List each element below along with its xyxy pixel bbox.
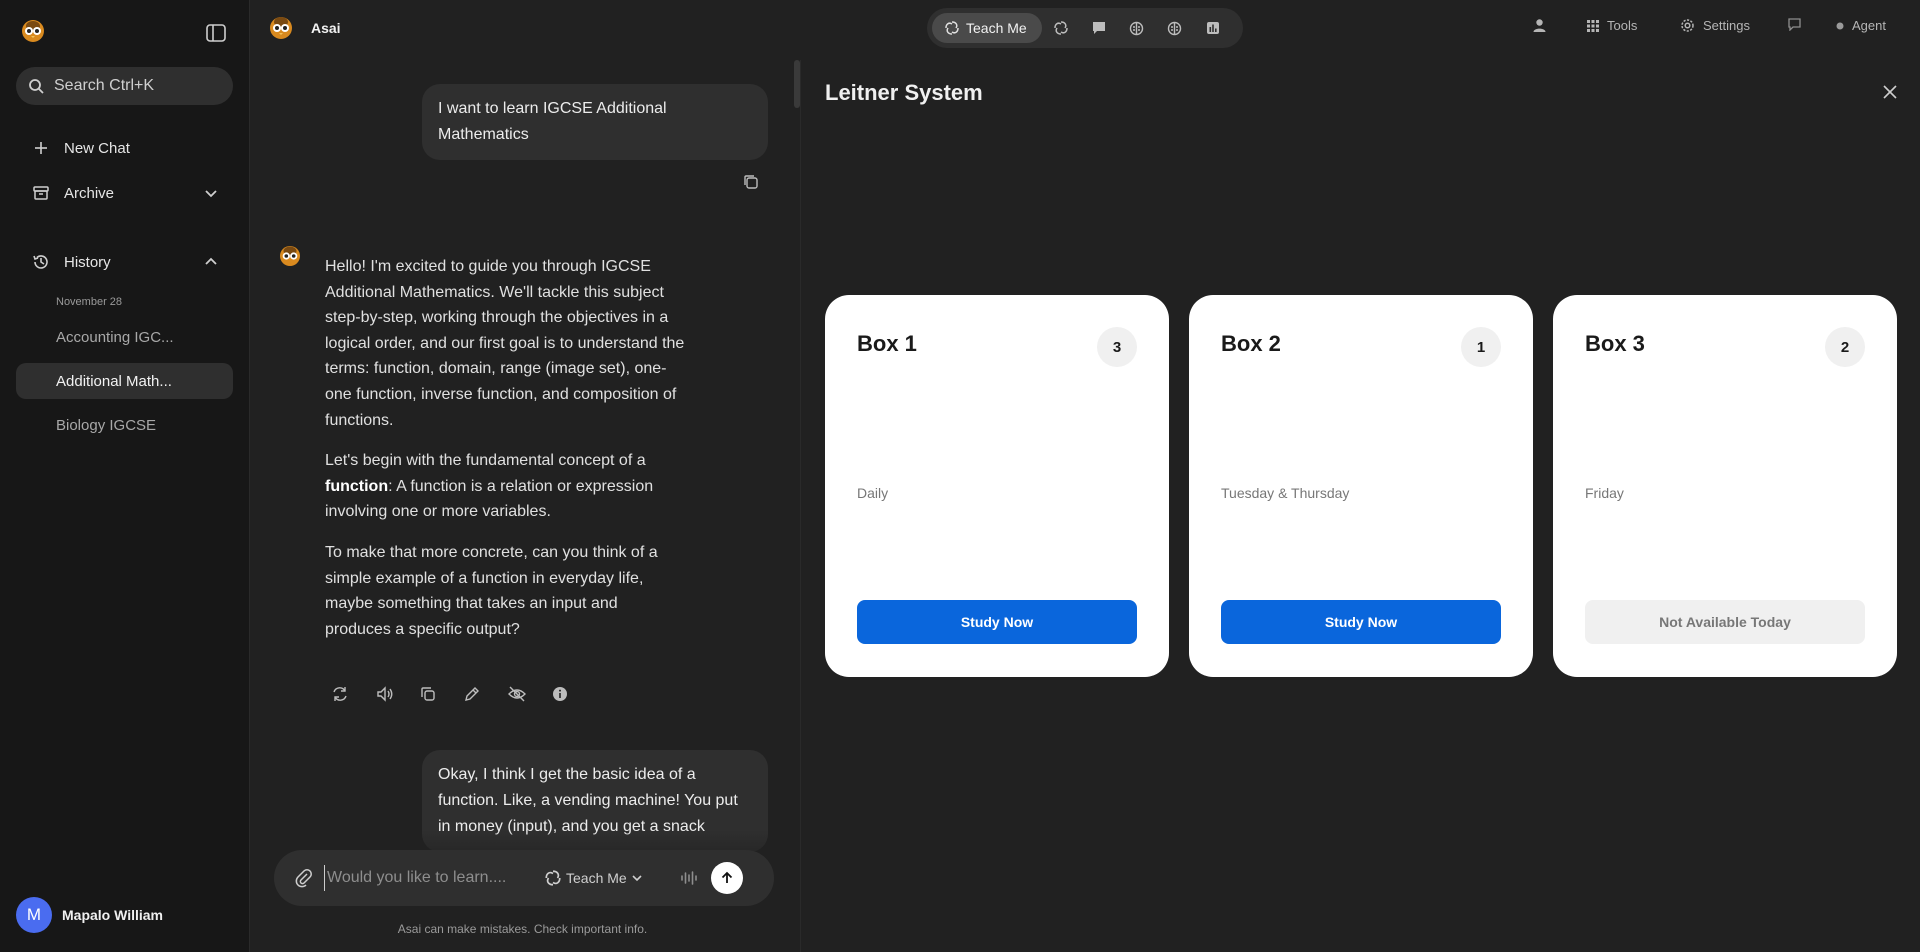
- chat-area: I want to learn IGCSE Additional Mathema…: [250, 60, 795, 952]
- swirl-icon: [1053, 21, 1068, 35]
- gear-icon: [1681, 19, 1694, 32]
- brain-alt-mode-button[interactable]: [1156, 13, 1194, 43]
- copy-icon[interactable]: [742, 173, 762, 193]
- agent-button[interactable]: Agent: [1836, 18, 1886, 33]
- bold-term: function: [325, 477, 389, 495]
- leitner-panel: Leitner System Box 1 3 Daily Study Now B…: [800, 60, 1920, 952]
- profile-button[interactable]: [1532, 18, 1555, 33]
- box-schedule: Daily: [857, 485, 889, 501]
- plus-icon: [35, 142, 47, 154]
- box-count-badge: 2: [1825, 327, 1865, 367]
- new-chat-label: New Chat: [64, 139, 130, 157]
- user-message: I want to learn IGCSE Additional Mathema…: [422, 84, 768, 160]
- box-count-badge: 1: [1461, 327, 1501, 367]
- app-title: Asai: [311, 20, 341, 36]
- user-profile[interactable]: M Mapalo William: [16, 897, 163, 933]
- not-available-button: Not Available Today: [1585, 600, 1865, 644]
- history-item[interactable]: Biology IGCSE: [16, 407, 233, 443]
- brain-icon: [1130, 21, 1144, 35]
- teach-me-mode-button[interactable]: Teach Me: [932, 13, 1042, 43]
- close-icon[interactable]: [1881, 83, 1901, 103]
- leitner-box-card: Box 3 2 Friday Not Available Today: [1553, 295, 1897, 677]
- info-icon[interactable]: [545, 682, 589, 706]
- settings-label: Settings: [1703, 18, 1750, 33]
- send-button[interactable]: [710, 862, 743, 894]
- mode-select-label: Teach Me: [566, 870, 627, 886]
- assistant-paragraph: To make that more concrete, can you thin…: [325, 543, 658, 638]
- chart-icon: [1206, 22, 1219, 34]
- chat-input[interactable]: [324, 865, 534, 891]
- grid-icon: [1587, 19, 1599, 32]
- chat-bubble-icon: [1092, 22, 1105, 34]
- user-icon: [1533, 19, 1546, 32]
- status-dot-icon: [1836, 22, 1844, 29]
- history-toggle[interactable]: History: [16, 244, 233, 280]
- history-label: History: [64, 253, 111, 271]
- voice-wave-icon[interactable]: [679, 868, 699, 888]
- box-title: Box 3: [1585, 331, 1645, 356]
- asai-logo-icon: [268, 13, 294, 41]
- edit-icon[interactable]: [457, 682, 501, 706]
- avatar: M: [16, 897, 52, 933]
- chevron-down-icon: [632, 875, 642, 882]
- assistant-paragraph: Let's begin with the fundamental concept…: [325, 448, 685, 525]
- eye-off-icon[interactable]: [501, 682, 545, 706]
- tools-button[interactable]: Tools: [1587, 18, 1637, 33]
- brain-alt-icon: [1168, 21, 1182, 35]
- leitner-box-card: Box 1 3 Daily Study Now: [825, 295, 1169, 677]
- mode-switcher: Teach Me: [927, 8, 1243, 48]
- brain-mode-button[interactable]: [1118, 13, 1156, 43]
- active-mode-label: Teach Me: [966, 20, 1027, 36]
- tools-label: Tools: [1607, 18, 1638, 33]
- swirl-mode-button[interactable]: [1042, 13, 1080, 43]
- box-count-badge: 3: [1097, 327, 1137, 367]
- mode-select[interactable]: Teach Me: [540, 869, 647, 887]
- toggle-sidebar-icon[interactable]: [205, 22, 229, 46]
- chevron-up-icon: [205, 257, 217, 265]
- swirl-icon: [945, 21, 959, 35]
- box-schedule: Friday: [1585, 485, 1624, 501]
- leitner-box-card: Box 2 1 Tuesday & Thursday Study Now: [1189, 295, 1533, 677]
- user-name: Mapalo William: [62, 907, 164, 923]
- chat-input-bar: Teach Me: [274, 850, 774, 906]
- feedback-icon: [1788, 18, 1801, 31]
- regenerate-icon[interactable]: [325, 682, 369, 706]
- assistant-paragraph: Hello! I'm excited to guide you through …: [325, 258, 685, 429]
- speaker-icon[interactable]: [369, 682, 413, 706]
- assistant-message: Hello! I'm excited to guide you through …: [325, 254, 685, 657]
- history-item-active[interactable]: Additional Math...: [16, 363, 233, 399]
- text-span: Let's begin with the fundamental concept…: [325, 452, 646, 470]
- archive-button[interactable]: Archive: [16, 175, 233, 211]
- bot-avatar-icon: [278, 242, 302, 268]
- archive-icon: [33, 186, 49, 200]
- archive-label: Archive: [64, 184, 115, 202]
- swirl-icon: [545, 870, 561, 886]
- disclaimer: Asai can make mistakes. Check important …: [397, 922, 648, 936]
- panel-title: Leitner System: [825, 80, 983, 105]
- chart-mode-button[interactable]: [1194, 13, 1232, 43]
- copy-icon[interactable]: [413, 682, 457, 706]
- chat-mode-button[interactable]: [1080, 13, 1118, 43]
- settings-button[interactable]: Settings: [1680, 18, 1750, 33]
- feedback-button[interactable]: [1788, 18, 1809, 31]
- study-now-button[interactable]: Study Now: [857, 600, 1137, 644]
- box-schedule: Tuesday & Thursday: [1221, 485, 1350, 501]
- sidebar: Search Ctrl+K New Chat Archive History N…: [0, 0, 250, 952]
- search-icon: [29, 79, 44, 94]
- history-icon: [33, 255, 48, 269]
- message-actions: [325, 682, 589, 706]
- study-now-button[interactable]: Study Now: [1221, 600, 1501, 644]
- new-chat-button[interactable]: New Chat: [16, 130, 233, 166]
- asai-logo-icon[interactable]: [20, 17, 46, 43]
- search-input[interactable]: Search Ctrl+K: [16, 67, 233, 105]
- paperclip-icon[interactable]: [294, 868, 314, 888]
- chevron-down-icon: [205, 190, 217, 198]
- arrow-up-icon: [721, 871, 732, 883]
- history-item[interactable]: Accounting IGC...: [16, 319, 233, 355]
- box-title: Box 1: [857, 331, 917, 356]
- agent-label: Agent: [1852, 18, 1886, 33]
- search-label: Search Ctrl+K: [54, 77, 155, 94]
- history-date: November 28: [56, 296, 123, 308]
- box-title: Box 2: [1221, 331, 1281, 356]
